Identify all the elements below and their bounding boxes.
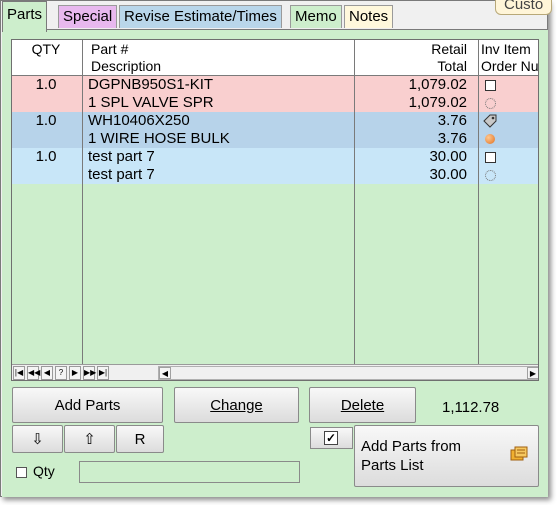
parts-panel: QTY Part # Description Retail Total Inv … [2, 29, 548, 497]
row-part-number: DGPNB950S1-KIT [88, 76, 214, 93]
tag-icon [483, 114, 497, 128]
horizontal-scrollbar[interactable]: ◀ ▶ [158, 366, 538, 380]
row-retail: 3.76 [437, 112, 467, 129]
qty-label: Qty [33, 463, 55, 479]
header-part[interactable]: Part # [91, 41, 128, 58]
row-part-number: test part 7 [88, 148, 155, 165]
tab-notes[interactable]: Notes [344, 5, 394, 28]
row-qty: 1.0 [35, 112, 57, 129]
column-divider [82, 40, 83, 364]
scroll-right-icon[interactable]: ▶ [527, 367, 538, 379]
header-inv-item[interactable]: Inv Item [481, 41, 531, 58]
table-row[interactable]: 1.0 DGPNB950S1-KIT 1 SPL VALVE SPR 1,079… [12, 76, 538, 112]
add-from-list-label-2: Parts List [361, 457, 424, 474]
change-button-label: Change [210, 396, 263, 414]
header-retail[interactable]: Retail [431, 41, 467, 58]
row-total: 30.00 [429, 166, 467, 183]
tab-memo[interactable]: Memo [290, 5, 342, 28]
next-page-button[interactable]: ▶▶ [83, 366, 96, 380]
checkbox-icon[interactable] [483, 78, 497, 92]
row-description: test part 7 [88, 166, 155, 183]
add-parts-button[interactable]: Add Parts [12, 387, 163, 423]
header-total[interactable]: Total [437, 58, 467, 75]
toggle-button[interactable]: ✓ [310, 427, 353, 449]
table-row[interactable]: 1.0 test part 7 test part 7 30.00 30.00 [12, 148, 538, 184]
tab-custom[interactable]: Custo [495, 0, 553, 15]
next-record-button[interactable]: ▶ [69, 366, 81, 380]
checkbox-icon[interactable] [483, 150, 497, 164]
grid-header: QTY Part # Description Retail Total Inv … [12, 40, 538, 76]
last-record-button[interactable]: ▶| [97, 366, 109, 380]
tab-parts[interactable]: Parts [2, 1, 48, 32]
table-row[interactable]: 1.0 WH10406X250 1 WIRE HOSE BULK 3.76 3.… [12, 112, 538, 148]
tab-revise-estimate[interactable]: Revise Estimate/Times [119, 5, 282, 28]
delete-button[interactable]: Delete [309, 387, 416, 423]
dotted-circle-icon [483, 168, 497, 182]
parts-list-icon [510, 446, 528, 462]
tab-special[interactable]: Special [58, 5, 118, 28]
find-record-button[interactable]: ? [55, 366, 67, 380]
parts-total: 1,112.78 [442, 399, 500, 416]
header-order-number[interactable]: Order Nu [481, 58, 538, 75]
check-icon: ✓ [324, 431, 338, 445]
row-total: 3.76 [437, 130, 467, 147]
row-qty: 1.0 [35, 148, 57, 165]
row-description: 1 WIRE HOSE BULK [88, 130, 230, 147]
record-navigator: |◀ ◀◀ ◀ ? ▶ ▶▶ ▶| ◀ ▶ [12, 364, 538, 380]
header-description[interactable]: Description [91, 58, 161, 75]
r-button[interactable]: R [116, 425, 164, 453]
column-divider [354, 40, 355, 364]
change-button[interactable]: Change [174, 387, 299, 423]
move-up-button[interactable]: ⇧ [64, 425, 115, 453]
column-divider [478, 40, 479, 364]
orange-dot-icon [483, 132, 497, 146]
dotted-circle-icon [483, 96, 497, 110]
qty-input[interactable] [79, 461, 300, 483]
prev-page-button[interactable]: ◀◀ [27, 366, 40, 380]
row-part-number: WH10406X250 [88, 112, 190, 129]
tab-strip: Parts Special Revise Estimate/Times Memo… [1, 0, 553, 32]
add-from-list-label-1: Add Parts from [361, 438, 462, 455]
delete-button-label: Delete [340, 396, 385, 414]
row-total: 1,079.02 [408, 94, 467, 111]
add-parts-from-list-button[interactable]: Add Parts from Parts List [354, 425, 539, 487]
qty-checkbox[interactable] [16, 467, 27, 478]
prev-record-button[interactable]: ◀ [41, 366, 53, 380]
parts-grid: QTY Part # Description Retail Total Inv … [11, 39, 539, 381]
move-down-button[interactable]: ⇩ [12, 425, 63, 453]
row-qty: 1.0 [35, 76, 57, 93]
row-description: 1 SPL VALVE SPR [88, 94, 214, 111]
scroll-left-icon[interactable]: ◀ [159, 367, 171, 379]
header-qty[interactable]: QTY [12, 41, 80, 58]
parts-window: Parts Special Revise Estimate/Times Memo… [0, 0, 553, 497]
first-record-button[interactable]: |◀ [13, 366, 25, 380]
row-retail: 1,079.02 [408, 76, 467, 93]
row-retail: 30.00 [429, 148, 467, 165]
